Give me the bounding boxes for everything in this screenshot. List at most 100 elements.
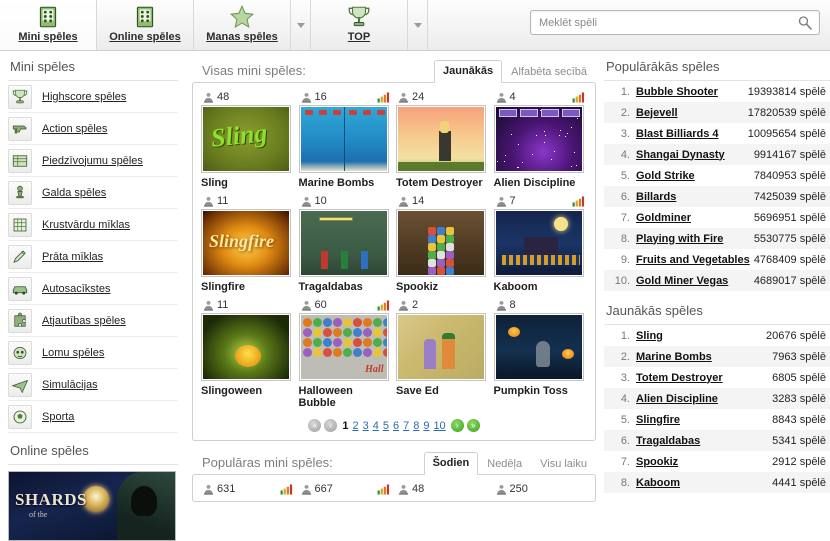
popular-row[interactable]: 7. Goldminer 5696951 spēlē bbox=[604, 207, 830, 228]
game-thumbnail[interactable] bbox=[396, 209, 486, 277]
game-title[interactable]: Alien Discipline bbox=[494, 177, 586, 189]
popular-game-tile[interactable]: 667 bbox=[299, 481, 393, 497]
game-tile[interactable]: 16 Marine Bombs bbox=[299, 89, 393, 189]
nav-dropdown-2[interactable] bbox=[291, 0, 311, 50]
nav-dropdown-3[interactable] bbox=[408, 0, 428, 50]
game-title[interactable]: Save Ed bbox=[396, 385, 488, 397]
rank-game-name[interactable]: Kaboom bbox=[636, 477, 772, 489]
game-thumbnail[interactable]: Slingfire bbox=[201, 209, 291, 277]
sidebar-item-galda-sp-les[interactable]: Galda spēles bbox=[8, 177, 178, 209]
first-page-icon[interactable]: « bbox=[308, 419, 321, 432]
popular-row[interactable]: 1. Bubble Shooter 19393814 spēlē bbox=[604, 81, 830, 102]
newest-row[interactable]: 5. Slingfire 8843 spēlē bbox=[604, 409, 830, 430]
next-page-icon[interactable]: › bbox=[451, 419, 464, 432]
page-2[interactable]: 2 bbox=[350, 420, 360, 432]
game-title[interactable]: Halloween Bubble bbox=[299, 385, 391, 409]
sidebar-item-action-sp-les[interactable]: Action spēles bbox=[8, 113, 178, 145]
rank-game-name[interactable]: Billards bbox=[636, 191, 754, 203]
page-5[interactable]: 5 bbox=[381, 420, 391, 432]
rank-game-name[interactable]: Gold Strike bbox=[636, 170, 754, 182]
rank-game-name[interactable]: Blast Billiards 4 bbox=[636, 128, 748, 140]
popular-row[interactable]: 10. Gold Miner Vegas 4689017 spēlē bbox=[604, 270, 830, 291]
popular-row[interactable]: 6. Billards 7425039 spēlē bbox=[604, 186, 830, 207]
tab-odien[interactable]: Šodien bbox=[424, 452, 479, 475]
game-tile[interactable]: 2 Save Ed bbox=[396, 297, 490, 409]
tab-jaun-k-s[interactable]: Jaunākās bbox=[434, 60, 502, 83]
game-thumbnail[interactable] bbox=[396, 105, 486, 173]
popular-row[interactable]: 8. Playing with Fire 5530775 spēlē bbox=[604, 228, 830, 249]
promo-banner-shards[interactable]: SHARDS of the bbox=[8, 471, 176, 541]
page-3[interactable]: 3 bbox=[361, 420, 371, 432]
popular-row[interactable]: 3. Blast Billiards 4 10095654 spēlē bbox=[604, 123, 830, 144]
game-thumbnail[interactable] bbox=[494, 209, 584, 277]
newest-row[interactable]: 7. Spookiz 2912 spēlē bbox=[604, 451, 830, 472]
game-tile[interactable]: 7 Kaboom bbox=[494, 193, 588, 293]
game-thumbnail[interactable] bbox=[396, 313, 486, 381]
sidebar-item-piedz-vojumu-sp-les[interactable]: Piedzīvojumu spēles bbox=[8, 145, 178, 177]
game-tile[interactable]: 24 Totem Destroyer bbox=[396, 89, 490, 189]
sidebar-item-highscore-sp-les[interactable]: Highscore spēles bbox=[8, 81, 178, 113]
game-thumbnail[interactable] bbox=[494, 313, 584, 381]
game-title[interactable]: Pumpkin Toss bbox=[494, 385, 586, 397]
rank-game-name[interactable]: Totem Destroyer bbox=[636, 372, 772, 384]
tab-visu-laiku[interactable]: Visu laiku bbox=[531, 453, 596, 475]
page-4[interactable]: 4 bbox=[371, 420, 381, 432]
newest-row[interactable]: 2. Marine Bombs 7963 spēlē bbox=[604, 346, 830, 367]
game-title[interactable]: Sling bbox=[201, 177, 293, 189]
game-thumbnail[interactable] bbox=[299, 105, 389, 173]
page-10[interactable]: 10 bbox=[431, 420, 447, 432]
sidebar-item-sporta[interactable]: Sporta bbox=[8, 401, 178, 433]
sidebar-item-krustv-rdu-m-klas[interactable]: Krustvārdu mīklas bbox=[8, 209, 178, 241]
rank-game-name[interactable]: Tragaldabas bbox=[636, 435, 772, 447]
game-tile[interactable]: 14 Spookiz bbox=[396, 193, 490, 293]
popular-row[interactable]: 2. Bejevell 17820539 spēlē bbox=[604, 102, 830, 123]
tab-alfab-ta-sec-b[interactable]: Alfabēta secībā bbox=[502, 61, 596, 83]
sidebar-item-simul-cijas[interactable]: Simulācijas bbox=[8, 369, 178, 401]
nav-item-mini-sp-les[interactable]: Mini spēles bbox=[0, 0, 97, 50]
game-thumbnail[interactable] bbox=[494, 105, 584, 173]
newest-row[interactable]: 4. Alien Discipline 3283 spēlē bbox=[604, 388, 830, 409]
game-thumbnail[interactable]: Sling bbox=[201, 105, 291, 173]
page-7[interactable]: 7 bbox=[401, 420, 411, 432]
game-title[interactable]: Totem Destroyer bbox=[396, 177, 488, 189]
rank-game-name[interactable]: Slingfire bbox=[636, 414, 772, 426]
rank-game-name[interactable]: Goldminer bbox=[636, 212, 754, 224]
last-page-icon[interactable]: » bbox=[467, 419, 480, 432]
nav-item-manas-sp-les[interactable]: Manas spēles bbox=[194, 0, 291, 50]
game-tile[interactable]: 10 Tragaldabas bbox=[299, 193, 393, 293]
sidebar-item-pr-ta-m-klas[interactable]: Prāta mīklas bbox=[8, 241, 178, 273]
newest-row[interactable]: 6. Tragaldabas 5341 spēlē bbox=[604, 430, 830, 451]
sidebar-item-atjaut-bas-sp-les[interactable]: Atjautības spēles bbox=[8, 305, 178, 337]
game-title[interactable]: Kaboom bbox=[494, 281, 586, 293]
game-thumbnail[interactable]: Hall bbox=[299, 313, 389, 381]
page-6[interactable]: 6 bbox=[391, 420, 401, 432]
game-tile[interactable]: 8 Pumpkin Toss bbox=[494, 297, 588, 409]
popular-game-tile[interactable]: 250 bbox=[494, 481, 588, 497]
page-9[interactable]: 9 bbox=[421, 420, 431, 432]
popular-row[interactable]: 9. Fruits and Vegetables 4768409 spēlē bbox=[604, 249, 830, 270]
game-title[interactable]: Spookiz bbox=[396, 281, 488, 293]
rank-game-name[interactable]: Fruits and Vegetables bbox=[636, 254, 754, 266]
nav-item-online-sp-les[interactable]: Online spēles bbox=[97, 0, 194, 50]
game-tile[interactable]: 11 Slingfire Slingfire bbox=[201, 193, 295, 293]
popular-game-tile[interactable]: 48 bbox=[396, 481, 490, 497]
game-title[interactable]: Marine Bombs bbox=[299, 177, 391, 189]
rank-game-name[interactable]: Alien Discipline bbox=[636, 393, 772, 405]
page-8[interactable]: 8 bbox=[411, 420, 421, 432]
game-tile[interactable]: 48 Sling Sling bbox=[201, 89, 295, 189]
game-title[interactable]: Slingoween bbox=[201, 385, 293, 397]
newest-row[interactable]: 8. Kaboom 4441 spēlē bbox=[604, 472, 830, 493]
game-title[interactable]: Tragaldabas bbox=[299, 281, 391, 293]
rank-game-name[interactable]: Bejevell bbox=[636, 107, 748, 119]
game-thumbnail[interactable] bbox=[299, 209, 389, 277]
nav-item-top[interactable]: TOP bbox=[311, 0, 408, 50]
search-box[interactable] bbox=[530, 10, 820, 35]
game-tile[interactable]: 11 Slingoween bbox=[201, 297, 295, 409]
rank-game-name[interactable]: Playing with Fire bbox=[636, 233, 754, 245]
rank-game-name[interactable]: Bubble Shooter bbox=[636, 86, 748, 98]
search-icon[interactable] bbox=[797, 15, 813, 31]
game-title[interactable]: Slingfire bbox=[201, 281, 293, 293]
rank-game-name[interactable]: Gold Miner Vegas bbox=[636, 275, 754, 287]
rank-game-name[interactable]: Marine Bombs bbox=[636, 351, 772, 363]
newest-row[interactable]: 1. Sling 20676 spēlē bbox=[604, 325, 830, 346]
